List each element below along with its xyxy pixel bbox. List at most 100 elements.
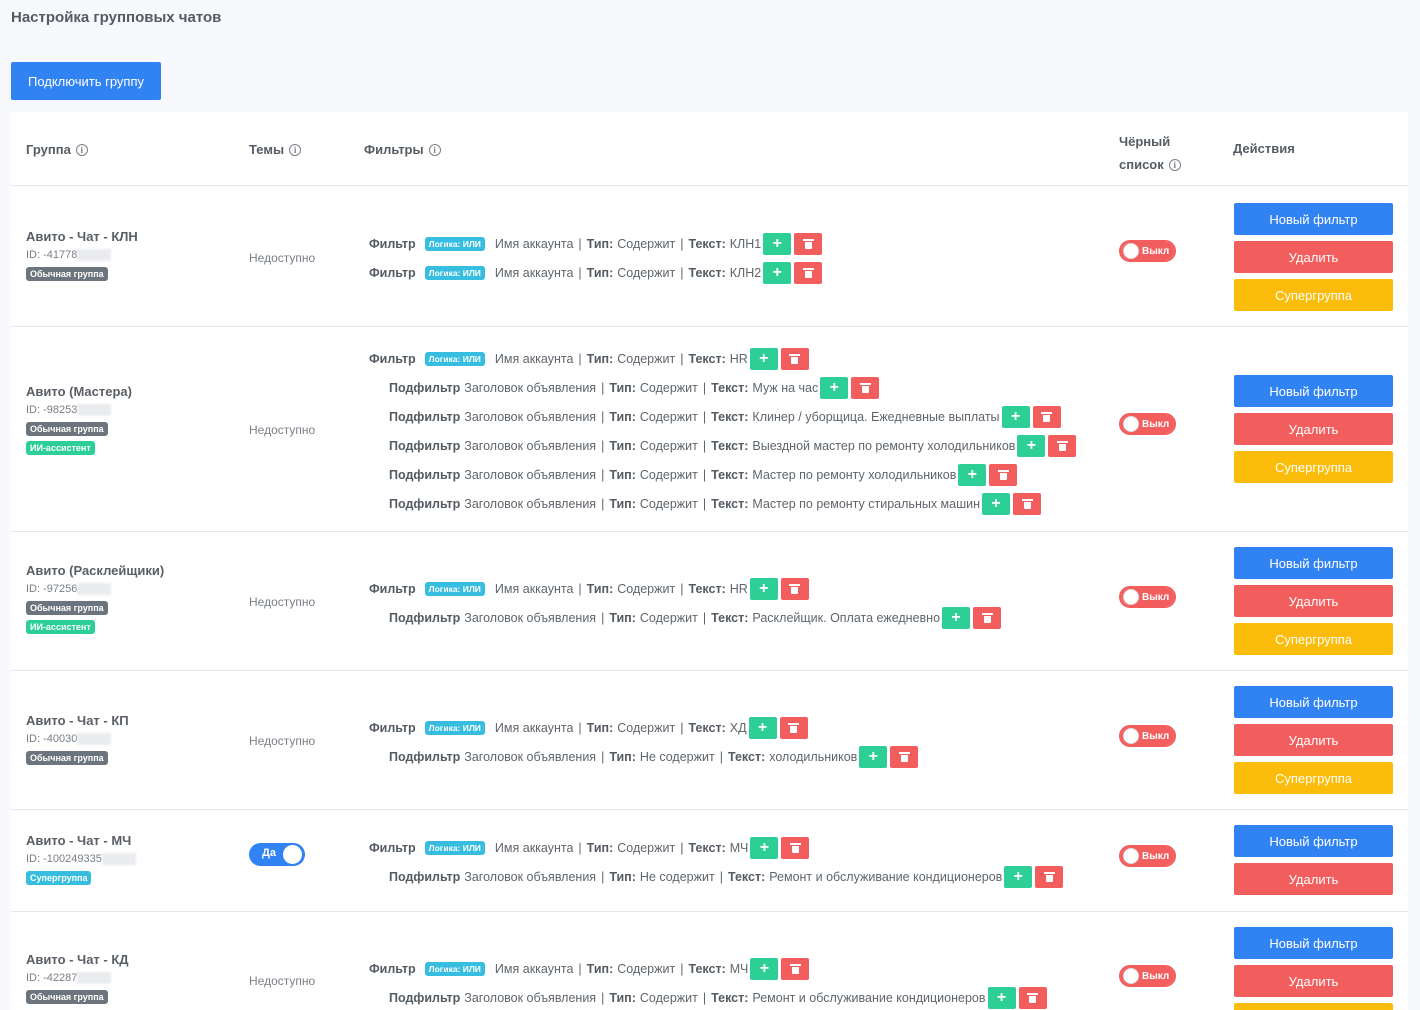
new-filter-button[interactable]: Новый фильтр	[1234, 686, 1393, 718]
trash-icon	[788, 722, 800, 733]
badge-regular: Обычная группа	[26, 990, 108, 1004]
delete-filter-button[interactable]	[1013, 492, 1042, 515]
blacklist-toggle[interactable]: Выкл	[1119, 413, 1176, 435]
new-filter-button[interactable]: Новый фильтр	[1234, 825, 1393, 857]
filter-text: ХД	[729, 720, 747, 735]
actions-cell: Новый фильтр Удалить Супергруппа	[1234, 547, 1393, 661]
delete-filter-button[interactable]	[780, 577, 809, 600]
delete-filter-button[interactable]	[1018, 986, 1047, 1009]
supergroup-button[interactable]: Супергруппа	[1234, 623, 1393, 655]
new-filter-button[interactable]: Новый фильтр	[1234, 547, 1393, 579]
info-icon[interactable]: i	[75, 143, 88, 156]
blacklist-toggle[interactable]: Выкл	[1119, 586, 1176, 608]
delete-filter-button[interactable]	[989, 463, 1018, 486]
new-filter-button[interactable]: Новый фильтр	[1234, 927, 1393, 959]
delete-button[interactable]: Удалить	[1234, 724, 1393, 756]
add-subfilter-button[interactable]: +	[763, 261, 792, 284]
delete-filter-button[interactable]	[890, 745, 919, 768]
group-id: ID: -42287	[26, 972, 129, 984]
add-subfilter-button[interactable]: +	[958, 463, 987, 486]
supergroup-button[interactable]: Супергруппа	[1234, 762, 1393, 794]
supergroup-button[interactable]: Супергруппа	[1234, 1003, 1393, 1010]
group-name: Авито - Чат - КЛН	[26, 229, 138, 244]
add-subfilter-button[interactable]: +	[749, 577, 778, 600]
new-filter-button[interactable]: Новый фильтр	[1234, 375, 1393, 407]
delete-filter-button[interactable]	[1032, 405, 1061, 428]
delete-filter-button[interactable]	[1048, 434, 1077, 457]
filter-kind: Подфильтр	[389, 438, 461, 453]
group-name: Авито - Чат - КД	[26, 952, 129, 967]
logic-badge: Логика: ИЛИ	[424, 236, 485, 251]
add-subfilter-button[interactable]: +	[982, 492, 1011, 515]
topics-toggle[interactable]: Да	[249, 843, 305, 866]
delete-filter-button[interactable]	[794, 232, 823, 255]
blacklist-toggle[interactable]: Выкл	[1119, 965, 1176, 987]
logic-badge: Логика: ИЛИ	[424, 351, 485, 366]
text-label: Текст:	[711, 467, 749, 482]
filter-field: Имя аккаунта	[494, 351, 574, 366]
info-icon[interactable]: i	[428, 143, 441, 156]
add-subfilter-button[interactable]: +	[942, 606, 971, 629]
badge-ai: ИИ-ассистент	[26, 620, 95, 634]
separator: |	[578, 840, 582, 855]
add-subfilter-button[interactable]: +	[1017, 434, 1046, 457]
trash-icon	[789, 842, 801, 853]
filter-type: Содержит	[617, 351, 676, 366]
toggle-label: Выкл	[1139, 417, 1174, 432]
delete-filter-button[interactable]	[973, 606, 1002, 629]
delete-filter-button[interactable]	[780, 347, 809, 370]
supergroup-button[interactable]: Супергруппа	[1234, 279, 1393, 311]
connect-group-button[interactable]: Подключить группу	[11, 62, 161, 100]
blacklist-toggle[interactable]: Выкл	[1119, 845, 1176, 867]
filter-text: КЛН1	[729, 236, 762, 251]
filter-kind: Подфильтр	[389, 467, 461, 482]
add-subfilter-button[interactable]: +	[748, 716, 777, 739]
info-icon[interactable]: i	[289, 143, 302, 156]
text-label: Текст:	[688, 840, 726, 855]
text-label: Текст:	[727, 869, 766, 884]
delete-filter-button[interactable]	[779, 716, 808, 739]
add-subfilter-button[interactable]: +	[987, 986, 1016, 1009]
new-filter-button[interactable]: Новый фильтр	[1234, 203, 1393, 235]
subfilter-line: Подфильтр Заголовок объявления | Тип: Содерж…	[369, 460, 1076, 489]
separator: |	[601, 438, 605, 453]
blacklist-toggle[interactable]: Выкл	[1119, 725, 1176, 747]
delete-filter-button[interactable]	[781, 836, 810, 859]
add-subfilter-button[interactable]: +	[749, 347, 778, 370]
filter-line: Фильтр Логика: ИЛИ Имя аккаунта | Тип: Содерж…	[369, 574, 1001, 603]
delete-button[interactable]: Удалить	[1234, 585, 1393, 617]
delete-filter-button[interactable]	[781, 957, 810, 980]
filter-kind: Фильтр	[369, 840, 416, 855]
delete-button[interactable]: Удалить	[1234, 863, 1393, 895]
info-icon[interactable]: i	[1168, 158, 1181, 171]
blacklist-toggle[interactable]: Выкл	[1119, 240, 1176, 262]
add-subfilter-button[interactable]: +	[763, 232, 792, 255]
delete-filter-button[interactable]	[851, 376, 880, 399]
add-subfilter-button[interactable]: +	[750, 957, 779, 980]
add-subfilter-button[interactable]: +	[1004, 865, 1033, 888]
filter-kind: Подфильтр	[389, 990, 461, 1005]
toggle-knob	[1123, 243, 1139, 259]
type-label: Тип:	[586, 236, 614, 251]
delete-filter-button[interactable]	[1035, 865, 1064, 888]
supergroup-button[interactable]: Супергруппа	[1234, 451, 1393, 483]
add-subfilter-button[interactable]: +	[820, 376, 849, 399]
table-row: Авито - Чат - КЛН ID: -41778 Обычная групп…	[11, 187, 1408, 327]
header-topics-label: Темы	[249, 142, 285, 157]
actions-cell: Новый фильтр Удалить Супергруппа	[1234, 375, 1393, 489]
delete-button[interactable]: Удалить	[1234, 413, 1393, 445]
delete-button[interactable]: Удалить	[1234, 965, 1393, 997]
filter-text: КЛН2	[729, 265, 762, 280]
group-name: Авито - Чат - МЧ	[26, 833, 132, 848]
filter-type: Содержит	[617, 236, 676, 251]
delete-filter-button[interactable]	[794, 261, 823, 284]
add-subfilter-button[interactable]: +	[1001, 405, 1030, 428]
add-subfilter-button[interactable]: +	[750, 836, 779, 859]
filter-type: Не содержит	[639, 749, 715, 764]
add-subfilter-button[interactable]: +	[859, 745, 888, 768]
type-label: Тип:	[609, 610, 636, 625]
type-label: Тип:	[609, 380, 636, 395]
filter-field: Заголовок объявления	[464, 869, 597, 884]
subfilter-line: Подфильтр Заголовок объявления | Тип: Содерж…	[369, 431, 1077, 460]
delete-button[interactable]: Удалить	[1234, 241, 1393, 273]
